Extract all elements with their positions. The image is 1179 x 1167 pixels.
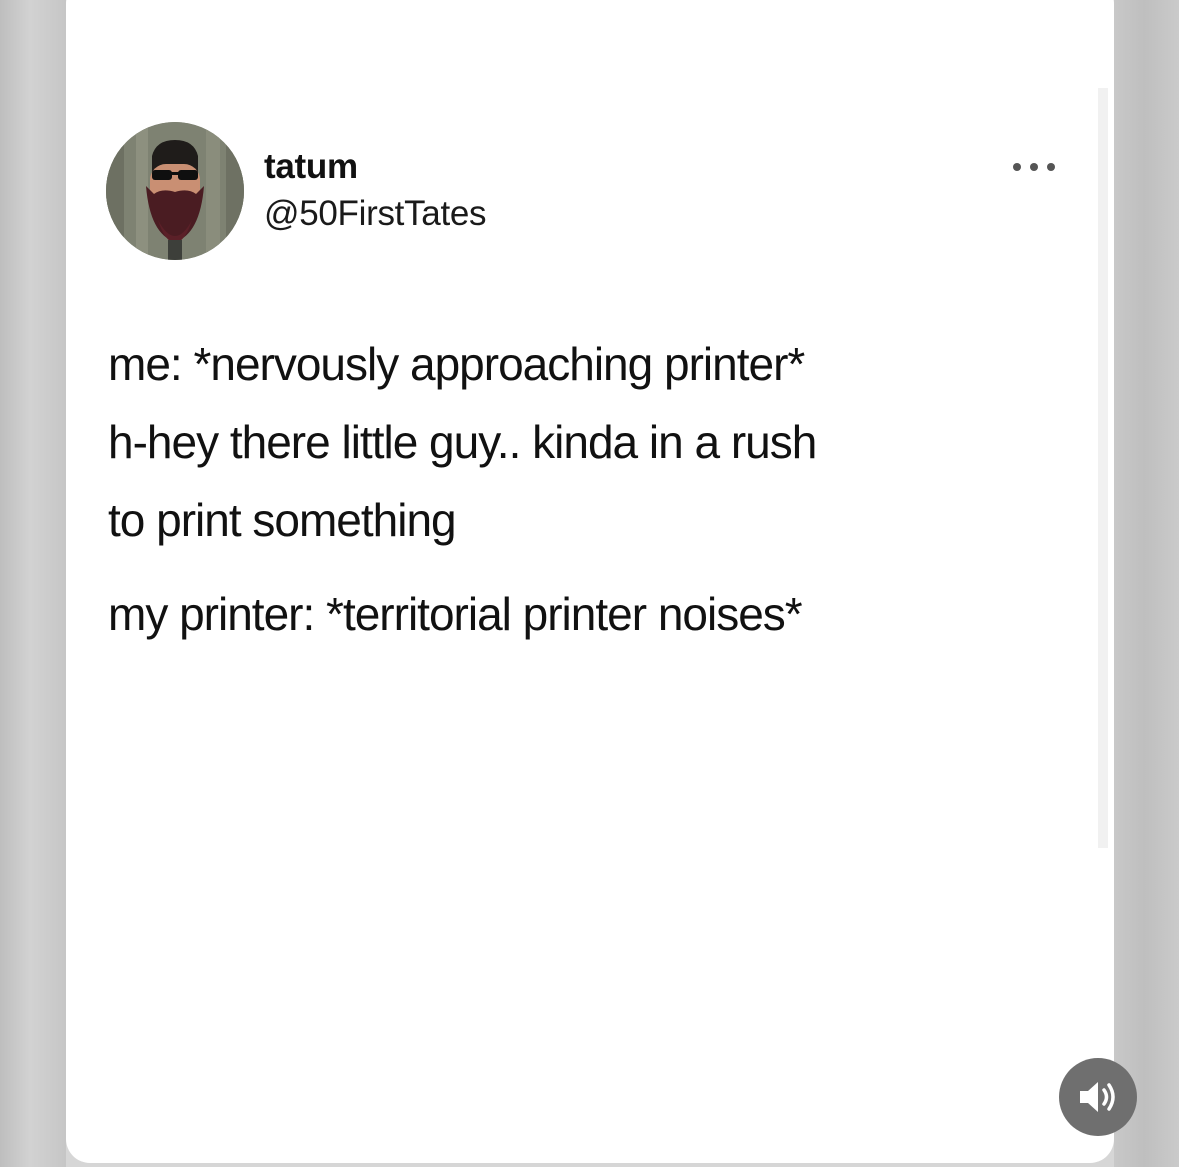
background-left	[0, 0, 66, 1167]
avatar[interactable]	[106, 122, 244, 260]
scrollbar-track[interactable]	[1098, 88, 1108, 848]
username-handle[interactable]: @50FirstTates	[264, 194, 487, 234]
tweet-body: me: *nervously approaching printer* h-he…	[108, 325, 1068, 653]
more-horizontal-icon	[1030, 163, 1038, 171]
more-horizontal-icon	[1047, 163, 1055, 171]
tweet-line: me: *nervously approaching printer*	[108, 338, 805, 390]
background-right	[1114, 0, 1179, 1167]
volume-button[interactable]	[1059, 1058, 1137, 1136]
more-options-button[interactable]	[1013, 156, 1055, 178]
speaker-volume-icon	[1080, 1082, 1115, 1112]
tweet-line-reply: my printer: *territorial printer noises*	[108, 588, 803, 640]
tweet-card: tatum @50FirstTates me: *nervously appro…	[66, 0, 1114, 1163]
more-horizontal-icon	[1013, 163, 1021, 171]
display-name[interactable]: tatum	[264, 147, 358, 187]
tweet-line: h-hey there little guy.. kinda in a rush	[108, 416, 817, 468]
bearded-man-avatar-icon	[106, 122, 244, 260]
tweet-line: to print something	[108, 494, 457, 546]
